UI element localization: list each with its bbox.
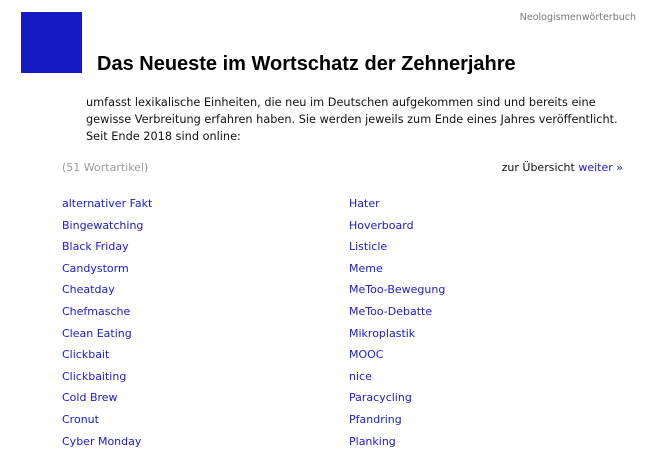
word-list-right: Hater Hoverboard Listicle Meme MeToo-Bew…: [349, 197, 445, 456]
word-link[interactable]: Paracycling: [349, 391, 412, 404]
word-link[interactable]: Hoverboard: [349, 219, 414, 232]
word-link[interactable]: Planking: [349, 435, 396, 448]
word-item: MeToo-Bewegung: [349, 283, 445, 305]
word-item: nice: [349, 370, 445, 392]
word-item: Black Friday: [62, 240, 152, 262]
overview-label: zur Übersicht: [501, 161, 575, 174]
word-link[interactable]: Cyber Monday: [62, 435, 141, 448]
word-item: Cheatday: [62, 283, 152, 305]
word-item: Cyber Monday: [62, 435, 152, 456]
word-item: Planking: [349, 435, 445, 456]
word-link[interactable]: Candystorm: [62, 262, 129, 275]
word-list-left: alternativer Fakt Bingewatching Black Fr…: [62, 197, 152, 456]
article-count: (51 Wortartikel): [62, 161, 149, 174]
word-link[interactable]: Pfandring: [349, 413, 402, 426]
word-item: Mikroplastik: [349, 327, 445, 349]
word-link[interactable]: nice: [349, 370, 372, 383]
word-link[interactable]: Cold Brew: [62, 391, 118, 404]
word-item: Meme: [349, 262, 445, 284]
word-link[interactable]: Clean Eating: [62, 327, 132, 340]
word-item: Hoverboard: [349, 219, 445, 241]
word-link[interactable]: alternativer Fakt: [62, 197, 152, 210]
word-item: Pfandring: [349, 413, 445, 435]
word-link[interactable]: Cronut: [62, 413, 99, 426]
word-link[interactable]: MeToo-Bewegung: [349, 283, 445, 296]
site-name: Neologismenwörterbuch: [519, 12, 636, 23]
word-item: Hater: [349, 197, 445, 219]
word-item: Clickbait: [62, 348, 152, 370]
word-link[interactable]: Bingewatching: [62, 219, 143, 232]
word-link[interactable]: Meme: [349, 262, 383, 275]
word-item: Candystorm: [62, 262, 152, 284]
word-item: alternativer Fakt: [62, 197, 152, 219]
word-item: MeToo-Debatte: [349, 305, 445, 327]
word-item: Clean Eating: [62, 327, 152, 349]
word-item: Bingewatching: [62, 219, 152, 241]
word-link[interactable]: Cheatday: [62, 283, 115, 296]
word-item: Cold Brew: [62, 391, 152, 413]
word-item: Paracycling: [349, 391, 445, 413]
word-item: Chefmasche: [62, 305, 152, 327]
word-link[interactable]: MeToo-Debatte: [349, 305, 432, 318]
word-link[interactable]: Chefmasche: [62, 305, 130, 318]
next-link[interactable]: weiter »: [578, 161, 623, 174]
word-item: Listicle: [349, 240, 445, 262]
word-item: Clickbaiting: [62, 370, 152, 392]
word-link[interactable]: Clickbait: [62, 348, 109, 361]
intro-text: umfasst lexikalische Einheiten, die neu …: [86, 96, 618, 143]
word-link[interactable]: Listicle: [349, 240, 387, 253]
word-link[interactable]: MOOC: [349, 348, 384, 361]
word-link[interactable]: Black Friday: [62, 240, 129, 253]
word-link[interactable]: Clickbaiting: [62, 370, 126, 383]
word-item: MOOC: [349, 348, 445, 370]
overview-nav: zur Übersicht weiter »: [502, 161, 623, 174]
word-link[interactable]: Hater: [349, 197, 380, 210]
word-link[interactable]: Mikroplastik: [349, 327, 415, 340]
word-item: Cronut: [62, 413, 152, 435]
site-logo[interactable]: [21, 12, 82, 73]
page-title: Das Neueste im Wortschatz der Zehnerjahr…: [97, 53, 516, 75]
